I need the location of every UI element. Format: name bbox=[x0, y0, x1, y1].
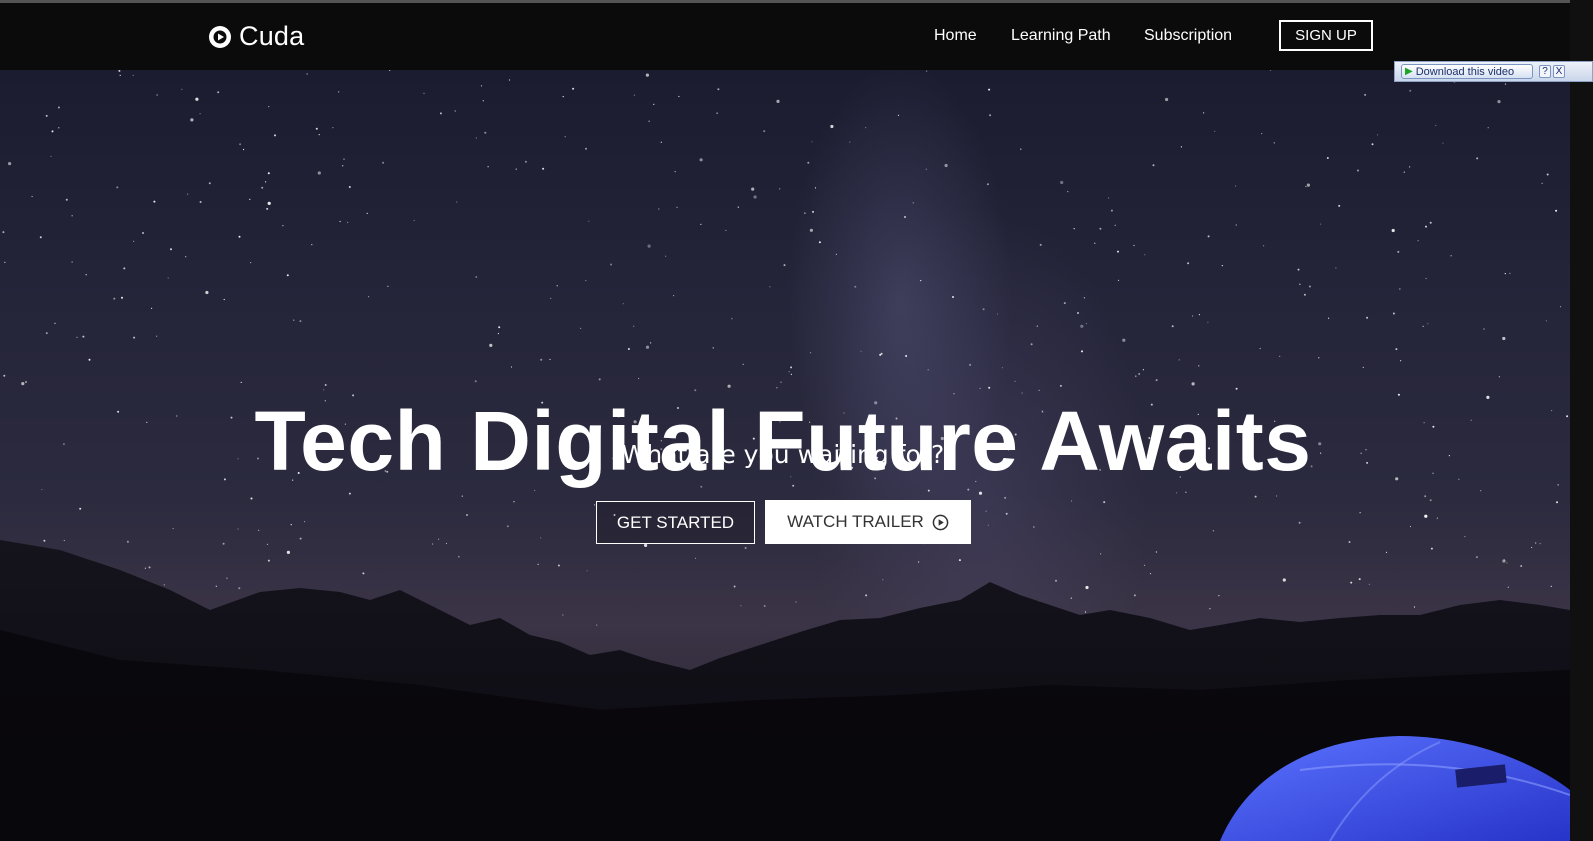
download-video-label: Download this video bbox=[1415, 65, 1515, 78]
download-video-bar: ▶ Download this video ? X bbox=[1394, 61, 1593, 82]
brand-name: Cuda bbox=[239, 21, 305, 51]
window-right-edge bbox=[1570, 0, 1593, 841]
nav-link-home[interactable]: Home bbox=[934, 27, 977, 45]
download-video-button[interactable]: ▶ Download this video bbox=[1401, 64, 1533, 79]
play-circle-icon bbox=[932, 514, 949, 530]
hero-subtitle: What are you waiting for? bbox=[621, 440, 945, 469]
signup-button[interactable]: SIGN UP bbox=[1279, 20, 1373, 51]
hero-section: Tech Digital Future Awaits What are you … bbox=[0, 70, 1570, 841]
brand-logo[interactable]: Cuda bbox=[208, 21, 304, 52]
watch-trailer-button[interactable]: WATCH TRAILER bbox=[765, 500, 971, 544]
watch-trailer-label: WATCH TRAILER bbox=[787, 512, 924, 531]
close-button[interactable]: X bbox=[1553, 65, 1565, 78]
get-started-button[interactable]: GET STARTED bbox=[596, 501, 755, 544]
nav-link-learning-path[interactable]: Learning Path bbox=[1011, 27, 1111, 45]
play-triangle-icon: ▶ bbox=[1405, 66, 1413, 77]
nav-link-subscription[interactable]: Subscription bbox=[1144, 27, 1232, 45]
navbar: Cuda Home Learning Path Subscription SIG… bbox=[0, 3, 1570, 70]
page: Cuda Home Learning Path Subscription SIG… bbox=[0, 0, 1593, 841]
play-circle-icon bbox=[209, 25, 231, 48]
help-button[interactable]: ? bbox=[1539, 65, 1551, 78]
